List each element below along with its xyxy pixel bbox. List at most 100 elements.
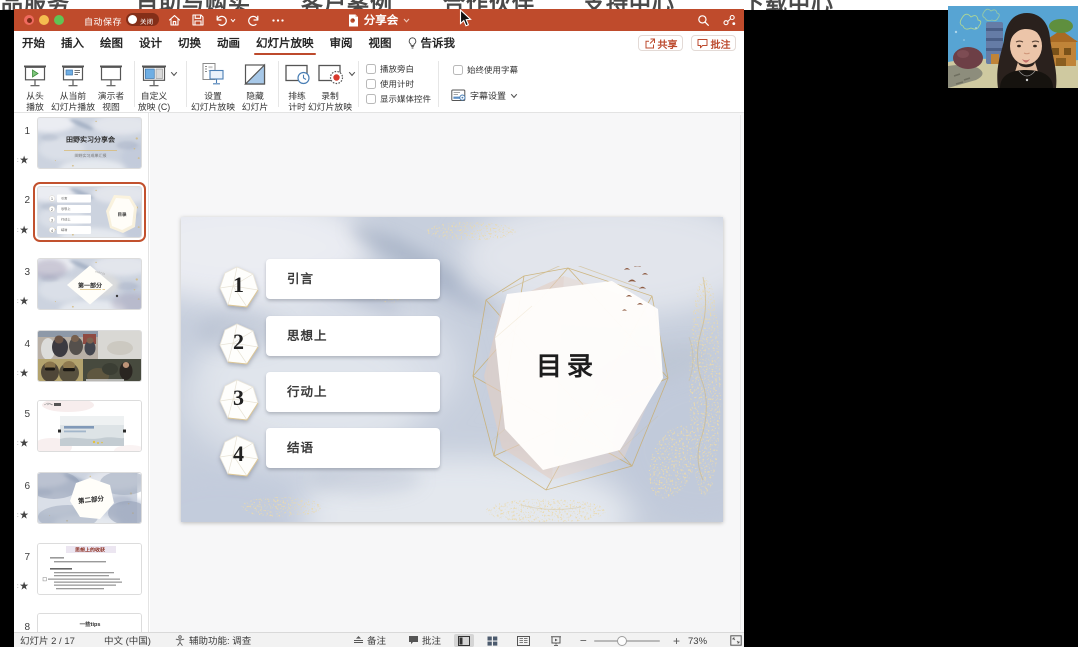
- show-media-controls-checkbox[interactable]: 显示媒体控件: [366, 93, 431, 105]
- toc-item-1[interactable]: 引言: [266, 259, 440, 299]
- tab-review[interactable]: 审阅: [322, 31, 361, 56]
- bg-nav-item: 下载中心: [742, 0, 834, 10]
- reading-view-button[interactable]: [513, 634, 533, 647]
- vertical-scrollbar[interactable]: [740, 115, 741, 630]
- zoom-out-button[interactable]: −: [580, 633, 587, 647]
- share-button[interactable]: 共享: [638, 35, 683, 51]
- redo-icon[interactable]: [247, 14, 260, 27]
- slide-thumbnail-6[interactable]: 第二部分: [37, 472, 142, 524]
- comments-button[interactable]: 批注: [691, 35, 736, 51]
- ribbon-button-label: 视图: [102, 100, 120, 113]
- ribbon-button-label: 幻灯片放映: [191, 100, 235, 113]
- toc-badge-number: 1: [217, 272, 260, 298]
- language-indicator[interactable]: 中文 (中国): [104, 633, 151, 647]
- save-icon[interactable]: [192, 14, 204, 26]
- titlebar: 自动保存 关闭 分享会: [14, 9, 744, 31]
- thumb7-title: 思想上的收获: [75, 547, 105, 554]
- tab-slideshow[interactable]: 幻灯片放映: [248, 31, 322, 56]
- tab-view[interactable]: 视图: [361, 31, 400, 56]
- checkbox-icon: [366, 64, 376, 74]
- slide-thumbnail-2-selected[interactable]: 1 2 3 4 引言 思想上 行动上 结语 目录: [37, 186, 142, 238]
- tab-design[interactable]: 设计: [131, 31, 170, 56]
- tab-transitions[interactable]: 切换: [170, 31, 209, 56]
- autosave-label: 自动保存: [84, 15, 122, 28]
- close-window-button[interactable]: [24, 15, 34, 25]
- toc-graphic[interactable]: 目录: [472, 266, 671, 493]
- record-slideshow-button[interactable]: 录制幻灯片放映: [306, 61, 354, 112]
- home-icon[interactable]: [168, 14, 181, 27]
- tab-home[interactable]: 开始: [14, 31, 53, 56]
- normal-view-button[interactable]: [454, 634, 474, 647]
- thumb-number: 3: [14, 263, 30, 278]
- zoom-window-button[interactable]: [54, 15, 64, 25]
- animation-star-dots: :: [17, 296, 19, 305]
- play-from-start-icon: [21, 61, 49, 89]
- toc-item-label: 引言: [287, 268, 314, 287]
- presenter-view-button[interactable]: 演示者视图: [89, 61, 133, 112]
- always-use-subtitles-checkbox[interactable]: 始终使用字幕: [453, 64, 518, 76]
- record-caret-icon[interactable]: [348, 71, 356, 77]
- hide-slide-button[interactable]: 隐藏幻灯片: [233, 61, 277, 112]
- autosave-toggle[interactable]: 关闭: [126, 13, 159, 26]
- zoom-level[interactable]: 73%: [688, 633, 707, 647]
- slide-counter: 幻灯片 2 / 17: [20, 633, 75, 647]
- screen: 产品服务 自助与购买 客户案例 合作伙伴 支持中心 下载中心 自动保存 关闭 分…: [0, 0, 1078, 647]
- notes-label: 备注: [367, 633, 386, 647]
- toc-item-3[interactable]: 行动上: [266, 372, 440, 412]
- title-caret-icon[interactable]: [403, 18, 410, 23]
- zoom-in-button[interactable]: +: [673, 633, 680, 647]
- toc-item-label: 结语: [287, 437, 314, 456]
- tab-tellme[interactable]: 告诉我: [400, 31, 464, 56]
- fit-slide-to-window-button[interactable]: [730, 633, 742, 647]
- thumb1-title: 田野实习分享会: [38, 135, 142, 145]
- animation-star-dots: :: [17, 225, 19, 234]
- tab-insert[interactable]: 插入: [53, 31, 92, 56]
- document-title[interactable]: 分享会: [364, 12, 399, 28]
- accessibility-status[interactable]: 辅助功能: 调查: [174, 633, 251, 647]
- toc-item-2[interactable]: 思想上: [266, 316, 440, 356]
- zoom-slider-track[interactable]: [594, 640, 660, 642]
- zoom-slider-knob[interactable]: [617, 636, 627, 646]
- notes-button[interactable]: 备注: [353, 633, 386, 647]
- slideshow-view-button[interactable]: [546, 634, 566, 647]
- animation-star-icon: :★: [17, 294, 29, 307]
- minimize-window-button[interactable]: [39, 15, 49, 25]
- slide-thumbnail-1[interactable]: 田野实习分享会 田野实习成果汇报: [37, 117, 142, 169]
- share-session-icon[interactable]: [722, 8, 736, 32]
- toc-badge-1: 1: [217, 266, 261, 310]
- notes-icon: [353, 635, 364, 645]
- checkbox-icon: [366, 79, 376, 89]
- slide-thumbnail-3[interactable]: 第一部分 PART 01: [37, 258, 142, 310]
- use-timings-checkbox[interactable]: 使用计时: [366, 78, 414, 90]
- play-narrations-checkbox[interactable]: 播放旁白: [366, 63, 414, 75]
- tab-label: 切换: [178, 35, 201, 51]
- slide-thumbnail-4[interactable]: [37, 330, 142, 382]
- thumb2-item-label: 引言: [61, 196, 68, 201]
- checkbox-label: 使用计时: [380, 78, 414, 90]
- toc-item-4[interactable]: 结语: [266, 428, 440, 468]
- lightbulb-icon: [408, 35, 417, 51]
- slide-thumbnail-5[interactable]: [37, 400, 142, 452]
- tab-label: 插入: [61, 35, 84, 51]
- search-icon[interactable]: [697, 8, 710, 32]
- undo-icon[interactable]: [215, 14, 236, 27]
- checkbox-icon: [453, 65, 463, 75]
- more-commands-icon[interactable]: [271, 14, 285, 27]
- tab-draw[interactable]: 绘图: [92, 31, 131, 56]
- custom-show-icon: [139, 61, 169, 89]
- slide-thumbnail-7[interactable]: 思想上的收获: [37, 543, 142, 595]
- custom-show-button[interactable]: 自定义放映 (C): [132, 61, 176, 112]
- slide-canvas[interactable]: 目录 引言 思想上 行动上 结语 1 2 3 4: [181, 217, 723, 522]
- subtitle-settings-button[interactable]: 字幕设置: [451, 89, 518, 102]
- undo-caret-icon: [230, 18, 236, 23]
- webcam-overlay[interactable]: [948, 6, 1078, 88]
- tab-animations[interactable]: 动画: [209, 31, 248, 56]
- animation-star-glyph: ★: [20, 223, 29, 236]
- comments-toggle-button[interactable]: 批注: [408, 633, 441, 647]
- slide-thumbnail-8[interactable]: 一些tips: [37, 613, 142, 632]
- setup-slideshow-button[interactable]: 设置幻灯片放映: [189, 61, 237, 112]
- slide-sorter-view-button[interactable]: [482, 634, 502, 647]
- animation-star-dots: :: [17, 155, 19, 164]
- tab-label: 视图: [369, 35, 392, 51]
- custom-show-caret-icon[interactable]: [170, 71, 178, 77]
